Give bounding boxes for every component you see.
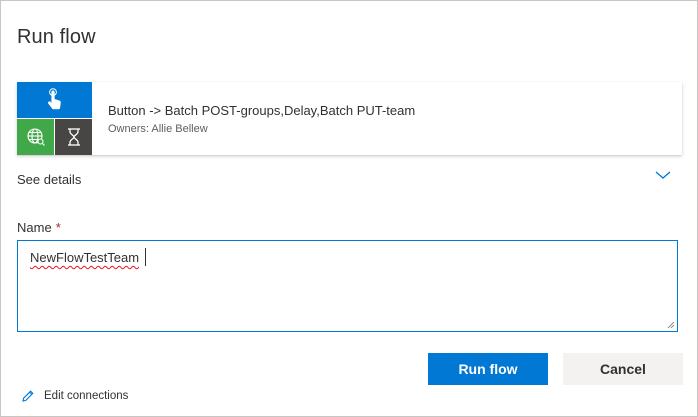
flow-owners: Owners: Allie Bellew bbox=[108, 123, 208, 135]
cancel-button[interactable]: Cancel bbox=[563, 353, 683, 385]
text-cursor bbox=[145, 248, 146, 266]
globe-icon bbox=[26, 128, 45, 146]
run-flow-button[interactable]: Run flow bbox=[428, 353, 548, 385]
see-details-toggle[interactable]: See details bbox=[17, 172, 81, 187]
pencil-icon bbox=[22, 390, 34, 402]
http-action-tile bbox=[17, 119, 54, 155]
required-marker: * bbox=[55, 220, 61, 235]
flow-icon-grid bbox=[17, 82, 92, 155]
delay-action-tile bbox=[55, 119, 92, 155]
button-trigger-tile bbox=[17, 82, 92, 118]
flow-name: Button -> Batch POST-groups,Delay,Batch … bbox=[108, 103, 416, 118]
name-field-label: Name * bbox=[17, 220, 61, 235]
edit-connections-link[interactable]: Edit connections bbox=[21, 387, 128, 405]
edit-connections-label: Edit connections bbox=[44, 390, 129, 402]
name-input[interactable]: NewFlowTestTeam bbox=[17, 240, 678, 332]
hourglass-icon bbox=[67, 128, 80, 146]
run-flow-dialog: Run flow Button -> Batch POST-groups,Del… bbox=[0, 0, 698, 417]
dialog-title: Run flow bbox=[17, 26, 96, 48]
flow-card: Button -> Batch POST-groups,Delay,Batch … bbox=[17, 82, 682, 155]
name-label-text: Name bbox=[17, 220, 52, 235]
resize-handle-icon[interactable] bbox=[667, 321, 675, 329]
touch-icon bbox=[47, 88, 61, 110]
chevron-down-icon[interactable] bbox=[654, 168, 672, 182]
name-input-value[interactable]: NewFlowTestTeam bbox=[30, 250, 139, 265]
